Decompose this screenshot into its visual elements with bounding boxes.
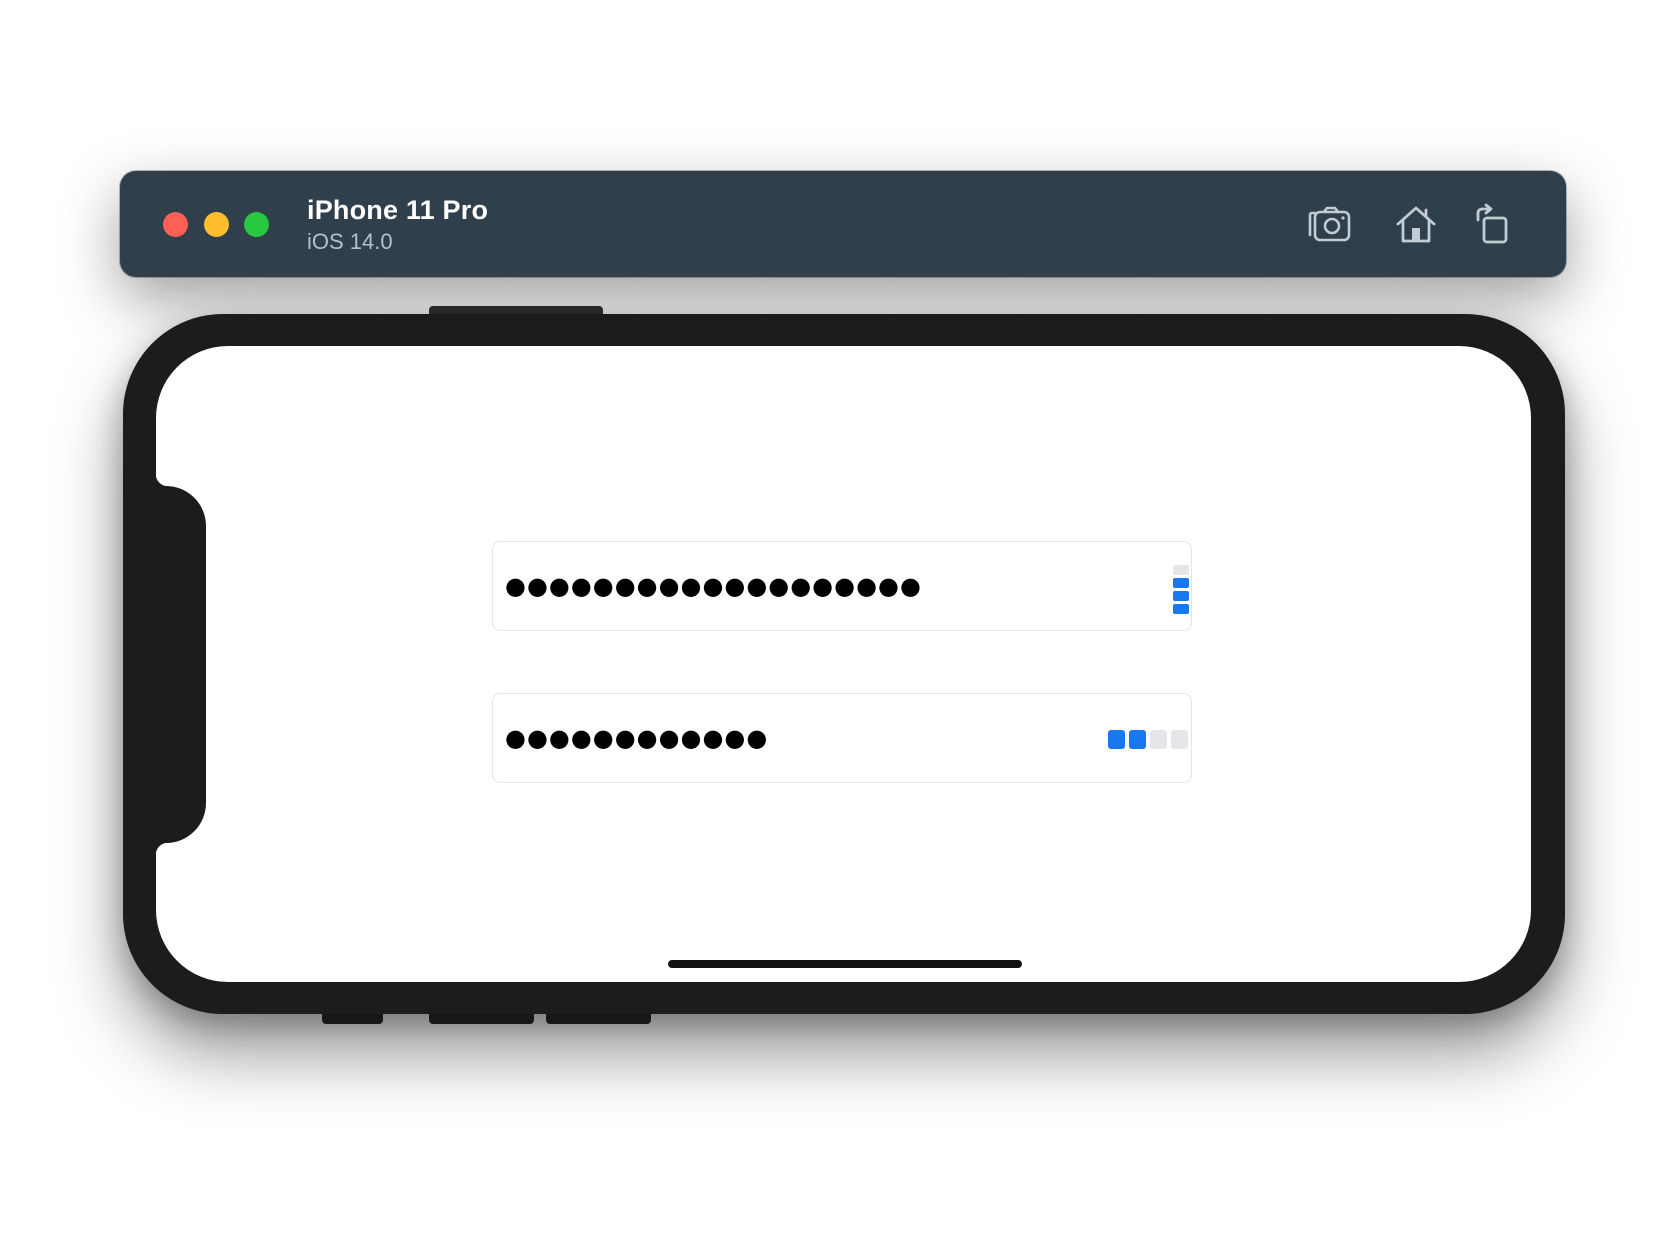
password-input-1[interactable]: [505, 542, 1105, 630]
rotate-button[interactable]: [1468, 201, 1516, 247]
device-notch: [156, 474, 206, 855]
simulator-title-bar: iPhone 11 Pro iOS 14.0: [120, 171, 1566, 277]
screenshot-button[interactable]: [1306, 201, 1354, 247]
home-icon: [1396, 206, 1436, 243]
password-field-1[interactable]: [492, 541, 1192, 631]
close-window-button[interactable]: [163, 212, 188, 237]
screenshot-icon: [1308, 206, 1351, 242]
device-name: iPhone 11 Pro: [307, 195, 489, 225]
strength-segment-active: [1129, 730, 1146, 749]
strength-segment-inactive: [1150, 730, 1167, 749]
strength-segment-active: [1108, 730, 1125, 749]
device-frame: [123, 314, 1565, 1014]
password-field-2[interactable]: [492, 693, 1192, 783]
rotate-icon: [1476, 203, 1508, 244]
password-input-2[interactable]: [505, 694, 1105, 782]
strength-segment-inactive: [1173, 565, 1189, 575]
strength-segment-active: [1173, 604, 1189, 614]
device-screen: [156, 346, 1531, 982]
strength-meter-vertical: [1173, 564, 1189, 614]
strength-segment-inactive: [1171, 730, 1188, 749]
strength-segment-active: [1173, 578, 1189, 588]
home-indicator[interactable]: [668, 960, 1022, 968]
zoom-window-button[interactable]: [244, 212, 269, 237]
simulator-stage: iPhone 11 Pro iOS 14.0: [0, 0, 1680, 1260]
home-button[interactable]: [1392, 201, 1440, 247]
strength-segment-active: [1173, 591, 1189, 601]
minimize-window-button[interactable]: [204, 212, 229, 237]
strength-meter-horizontal: [1108, 730, 1188, 749]
os-version: iOS 14.0: [307, 229, 393, 254]
